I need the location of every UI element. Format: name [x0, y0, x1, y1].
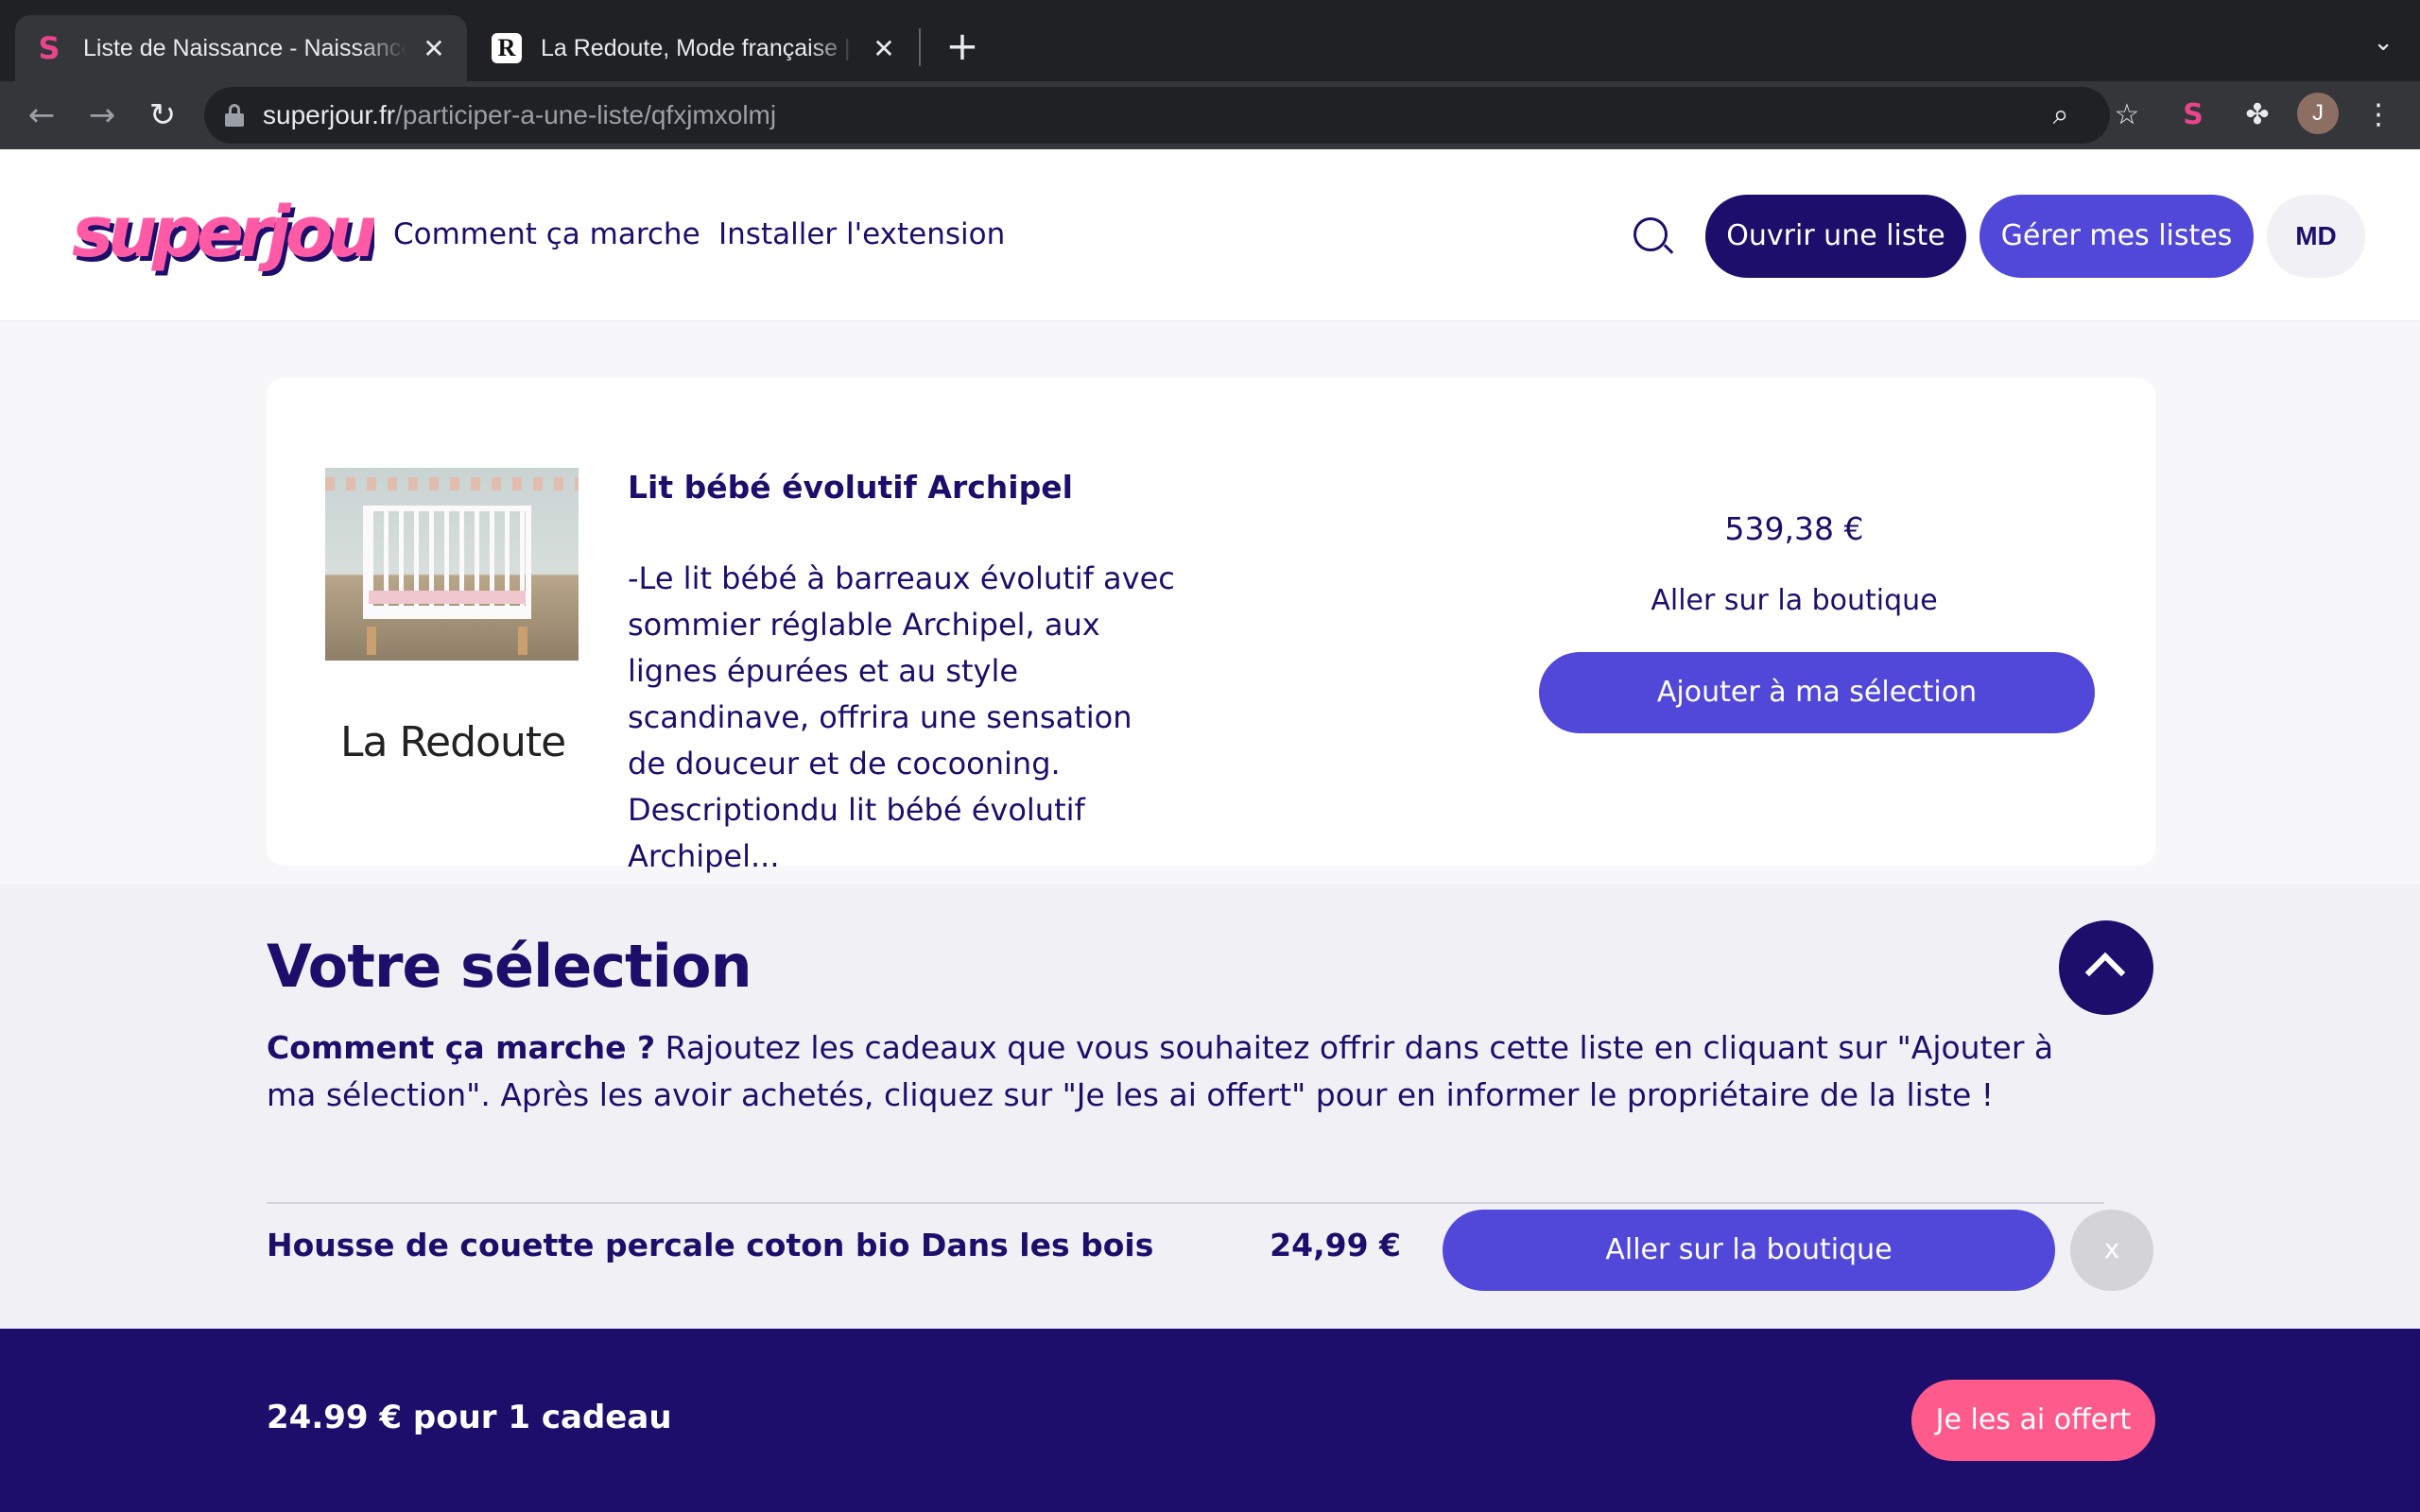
profile-avatar[interactable]: J: [2297, 93, 2339, 134]
new-tab-button[interactable]: +: [943, 23, 981, 70]
lock-icon[interactable]: [225, 104, 244, 127]
remove-item-button[interactable]: x: [2070, 1210, 2153, 1291]
selection-footer-bar: 24.99 € pour 1 cadeau Je les ai offert: [0, 1329, 2420, 1512]
nav-install-extension[interactable]: Installer l'extension: [718, 217, 1005, 251]
selection-title: Votre sélection: [267, 932, 752, 1001]
tab-la-redoute[interactable]: R La Redoute, Mode française | L ✕: [473, 15, 917, 81]
nav-how-it-works[interactable]: Comment ça marche: [393, 217, 700, 251]
close-tab-icon[interactable]: ✕: [420, 33, 448, 64]
browser-toolbar: ← → ↻ superjour.fr/participer-a-une-list…: [0, 81, 2420, 149]
reload-icon[interactable]: ↻: [144, 96, 182, 134]
user-menu-button[interactable]: MD: [2267, 195, 2365, 278]
browser-tab-bar: S Liste de Naissance - Naissance ✕ R La …: [0, 0, 2420, 81]
tab-title: La Redoute, Mode française | L: [541, 34, 856, 61]
product-card: La Redoute Lit bébé évolutif Archipel -L…: [267, 378, 2155, 874]
selection-item-name: Housse de couette percale coton bio Dans…: [267, 1227, 1154, 1263]
tab-separator: [919, 28, 921, 66]
product-price: 539,38 €: [1724, 510, 1864, 547]
product-image[interactable]: [325, 468, 579, 661]
superjour-extension-icon[interactable]: S: [2174, 96, 2212, 134]
how-it-works-text: Comment ça marche ? Rajoutez les cadeaux…: [267, 1029, 2054, 1113]
add-to-selection-button[interactable]: Ajouter à ma sélection: [1539, 652, 2095, 733]
product-title: Lit bébé évolutif Archipel: [628, 469, 1073, 506]
manage-lists-button[interactable]: Gérer mes listes: [1979, 195, 2254, 278]
selection-total: 24.99 € pour 1 cadeau: [267, 1399, 672, 1436]
selection-panel: Votre sélection Comment ça marche ? Rajo…: [0, 885, 2420, 1329]
site-header: superjour superjour Comment ça marche In…: [0, 149, 2420, 321]
address-bar[interactable]: superjour.fr/participer-a-une-liste/qfxj…: [204, 87, 2139, 144]
mark-as-offered-button[interactable]: Je les ai offert: [1911, 1380, 2155, 1461]
superjour-logo[interactable]: superjour superjour: [72, 187, 420, 296]
merchant-logo: La Redoute: [340, 718, 566, 766]
selection-go-to-shop-button[interactable]: Aller sur la boutique: [1443, 1210, 2055, 1291]
tab-search-menu-icon[interactable]: ⌄: [2373, 28, 2394, 57]
collapse-chevron-up-icon[interactable]: [2059, 920, 2153, 1015]
open-list-button[interactable]: Ouvrir une liste: [1705, 195, 1966, 278]
svg-text:superjour: superjour: [72, 192, 374, 273]
tab-title: Liste de Naissance - Naissance: [83, 34, 406, 61]
extensions-puzzle-icon[interactable]: ✤: [2238, 96, 2276, 134]
superjour-favicon-icon: S: [38, 30, 60, 66]
divider: [267, 1202, 2104, 1204]
bookmark-star-icon[interactable]: ☆: [2110, 98, 2144, 132]
browser-menu-icon[interactable]: ⋮: [2360, 96, 2397, 134]
la-redoute-favicon-icon: R: [492, 33, 522, 63]
product-description: -Le lit bébé à barreaux évolutif avec so…: [628, 560, 1175, 874]
search-icon[interactable]: [1632, 215, 1674, 257]
go-to-shop-link[interactable]: Aller sur la boutique: [1539, 584, 2049, 617]
selection-item-price: 24,99 €: [1270, 1227, 1401, 1263]
zoom-icon[interactable]: ⌕: [2044, 98, 2078, 132]
back-arrow-icon[interactable]: ←: [23, 96, 60, 134]
close-tab-icon[interactable]: ✕: [870, 33, 898, 64]
forward-arrow-icon[interactable]: →: [83, 96, 121, 134]
tab-liste-de-naissance[interactable]: S Liste de Naissance - Naissance ✕: [15, 15, 467, 81]
url-text: superjour.fr/participer-a-une-liste/qfxj…: [263, 100, 777, 129]
